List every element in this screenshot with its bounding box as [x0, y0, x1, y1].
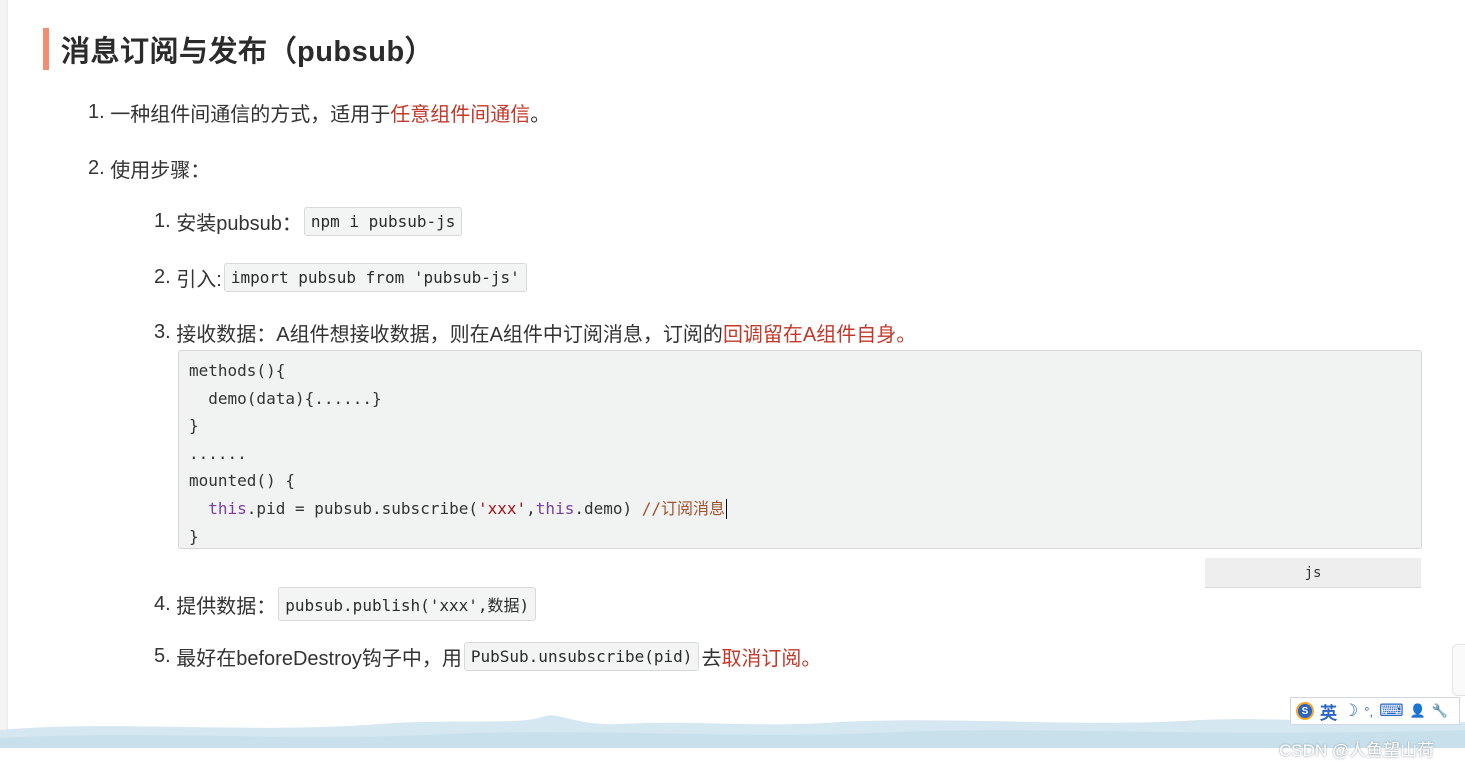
- watermark: CSDN @人鱼望山荷: [1279, 741, 1435, 760]
- code-language-label[interactable]: js: [1205, 558, 1421, 588]
- user-icon[interactable]: 👤: [1410, 703, 1426, 719]
- ime-logo-icon[interactable]: S: [1296, 702, 1314, 720]
- page-left-edge: [0, 0, 8, 766]
- section-heading: 消息订阅与发布（pubsub）: [43, 28, 434, 70]
- step-number: 1.: [154, 210, 171, 232]
- step-text-mid: 去: [701, 648, 722, 670]
- code-line: demo(data){......}: [189, 388, 382, 408]
- step-4: 4. 提供数据： pubsub.publish('xxx',数据): [154, 587, 538, 621]
- list-item-2: 2. 使用步骤：: [88, 154, 210, 183]
- step-1: 1. 安装pubsub： npm i pubsub-js: [154, 207, 464, 236]
- step-text: 提供数据：: [176, 595, 277, 618]
- code-line-subscribe: this.pid = pubsub.subscribe('xxx',this.d…: [189, 495, 1411, 523]
- code-line: }: [189, 526, 199, 546]
- code-string: 'xxx': [477, 498, 527, 518]
- code-keyword: this: [535, 498, 575, 518]
- step-number: 5.: [154, 645, 171, 667]
- highlight-text: 回调留在A组件自身。: [722, 324, 917, 346]
- text-cursor: [726, 499, 728, 520]
- heading-title: 消息订阅与发布（pubsub）: [61, 36, 435, 68]
- step-text: 引入:: [176, 269, 222, 291]
- side-scroll-handle[interactable]: [1452, 644, 1465, 696]
- inline-code-unsubscribe: PubSub.unsubscribe(pid): [463, 642, 700, 671]
- step-text: 最好在beforeDestroy钩子中，用: [176, 648, 462, 670]
- step-number: 2.: [154, 266, 171, 288]
- code-line: ......: [189, 443, 247, 463]
- step-2: 2. 引入: import pubsub from 'pubsub-js': [154, 263, 529, 292]
- step-number: 3.: [154, 321, 171, 343]
- code-line: mounted() {: [189, 471, 295, 491]
- code-keyword: this: [208, 498, 247, 518]
- list-text: 一种组件间通信的方式，适用于: [110, 104, 391, 126]
- code-line: }: [189, 416, 199, 436]
- step-text: 安装pubsub：: [176, 213, 302, 235]
- step-5: 5. 最好在beforeDestroy钩子中，用 PubSub.unsubscri…: [154, 642, 821, 671]
- code-text: ,: [526, 498, 536, 518]
- code-block[interactable]: methods(){ demo(data){......} } ...... m…: [178, 350, 1422, 549]
- list-text: 使用步骤：: [110, 160, 211, 182]
- step-3: 3. 接收数据：A组件想接收数据，则在A组件中订阅消息，订阅的 回调留在A组件自身…: [154, 318, 916, 347]
- inline-code-publish: pubsub.publish('xxx',数据): [278, 587, 537, 621]
- code-text: .pid = pubsub.subscribe(: [246, 498, 478, 518]
- step-number: 4.: [154, 592, 171, 615]
- code-line: methods(){: [189, 361, 286, 380]
- list-item-1: 1. 一种组件间通信的方式，适用于 任意组件间通信。: [88, 98, 550, 127]
- ime-toolbar[interactable]: S 英 ☽ °, ⌨ 👤 🔧: [1290, 697, 1460, 725]
- ime-language-toggle[interactable]: 英: [1320, 699, 1337, 724]
- keyboard-icon[interactable]: ⌨: [1379, 701, 1404, 721]
- highlight-text: 任意组件间通信: [390, 104, 531, 126]
- inline-code-install: npm i pubsub-js: [303, 207, 463, 236]
- punctuation-icon[interactable]: °,: [1364, 704, 1373, 719]
- list-number: 2.: [88, 157, 105, 179]
- code-text: .demo): [574, 498, 642, 518]
- wave-decoration: [0, 715, 1465, 766]
- wrench-icon[interactable]: 🔧: [1432, 703, 1448, 719]
- heading-accent-bar: [43, 28, 49, 70]
- highlight-text: 取消订阅。: [721, 648, 822, 670]
- step-text: 接收数据：A组件想接收数据，则在A组件中订阅消息，订阅的: [176, 324, 723, 346]
- code-comment: //订阅消息: [641, 498, 726, 518]
- moon-icon[interactable]: ☽: [1343, 701, 1358, 721]
- list-number: 1.: [88, 101, 105, 123]
- inline-code-import: import pubsub from 'pubsub-js': [223, 263, 527, 292]
- list-text-end: 。: [530, 104, 551, 126]
